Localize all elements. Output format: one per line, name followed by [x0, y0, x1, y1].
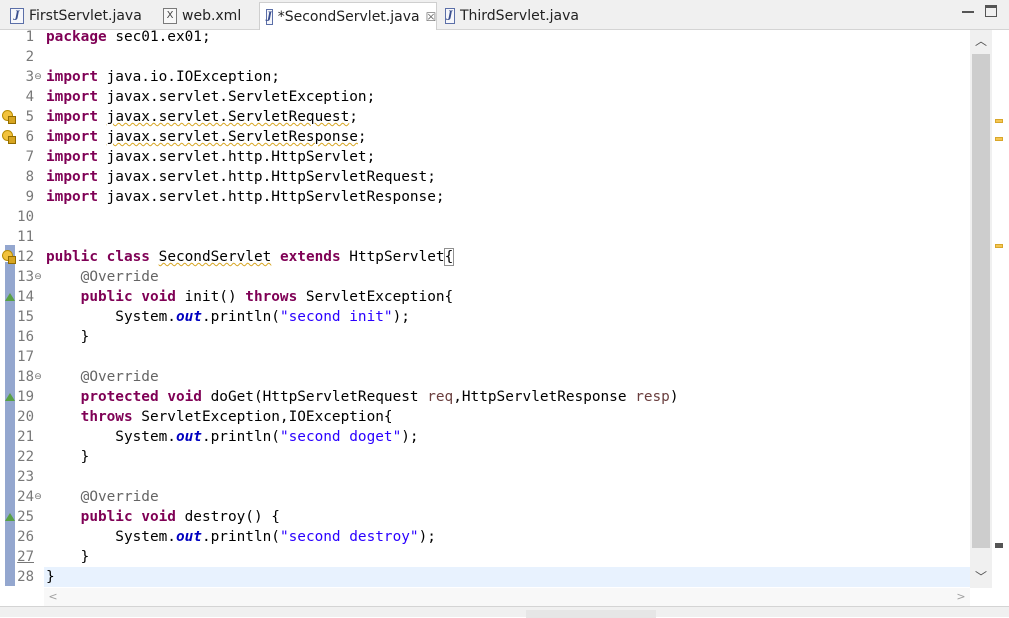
line-number: 19	[17, 389, 34, 405]
line-number: 12	[17, 249, 34, 265]
code-line[interactable]: @Override	[46, 487, 159, 507]
line-number: 16	[17, 329, 34, 345]
scroll-up-icon[interactable]: ︿	[970, 30, 992, 52]
code-line[interactable]: import javax.servlet.ServletResponse;	[46, 127, 367, 147]
close-tab-icon[interactable]: ☒	[426, 10, 437, 24]
line-number: 3	[25, 69, 34, 85]
line-number: 14	[17, 289, 34, 305]
tab-label: *SecondServlet.java	[277, 8, 420, 25]
line-number: 20	[17, 409, 34, 425]
overview-end-marker	[995, 543, 1003, 548]
line-number: 5	[25, 109, 34, 125]
java-file-icon: J	[266, 8, 273, 25]
horizontal-scrollbar[interactable]: < >	[44, 588, 970, 606]
code-line[interactable]: System.out.println("second doget");	[46, 427, 418, 447]
line-number: 25	[17, 509, 34, 525]
line-number: 1	[25, 30, 34, 45]
minimize-icon[interactable]	[962, 5, 974, 13]
xml-file-icon: X	[163, 8, 177, 24]
line-number: 6	[25, 129, 34, 145]
fold-toggle-icon[interactable]: ⊖	[34, 67, 42, 87]
code-line[interactable]: @Override	[46, 267, 159, 287]
fold-toggle-icon[interactable]: ⊖	[34, 367, 42, 387]
code-line[interactable]: import javax.servlet.http.HttpServletRes…	[46, 187, 445, 207]
code-line[interactable]: protected void doGet(HttpServletRequest …	[46, 387, 679, 407]
code-line[interactable]: @Override	[46, 367, 159, 387]
vertical-scroll-thumb[interactable]	[972, 54, 990, 548]
line-number: 17	[17, 349, 34, 365]
line-number: 13	[17, 269, 34, 285]
code-line[interactable]: import javax.servlet.ServletException;	[46, 87, 375, 107]
scroll-down-icon[interactable]: ﹀	[970, 566, 992, 588]
java-file-icon: J	[445, 8, 455, 24]
line-number: 2	[25, 49, 34, 65]
overview-ruler[interactable]	[992, 30, 1009, 590]
warning-icon[interactable]	[2, 110, 16, 124]
code-line[interactable]: }	[46, 567, 55, 587]
scroll-right-icon[interactable]: >	[952, 588, 970, 606]
scroll-left-icon[interactable]: <	[44, 588, 62, 606]
warning-icon[interactable]	[2, 130, 16, 144]
code-line[interactable]: }	[46, 447, 90, 467]
tab-3[interactable]: J ThirdServlet.java	[439, 2, 579, 30]
tab-0[interactable]: J FirstServlet.java	[4, 2, 152, 30]
line-number: 18	[17, 369, 34, 385]
line-number: 10	[17, 209, 34, 225]
code-line[interactable]: public void destroy() {	[46, 507, 280, 527]
warning-icon[interactable]	[2, 250, 16, 264]
tab-label: FirstServlet.java	[29, 8, 142, 24]
java-file-icon: J	[10, 8, 24, 24]
code-line[interactable]: import javax.servlet.http.HttpServlet;	[46, 147, 375, 167]
line-number: 28	[17, 569, 34, 585]
vertical-scrollbar[interactable]: ︿ ﹀	[970, 30, 992, 588]
current-line-highlight	[44, 567, 970, 587]
line-number: 23	[17, 469, 34, 485]
line-number: 22	[17, 449, 34, 465]
status-bar	[0, 606, 1009, 618]
code-line[interactable]: package sec01.ex01;	[46, 30, 211, 47]
line-number: 27	[17, 549, 34, 565]
override-icon[interactable]	[3, 292, 15, 302]
code-editor[interactable]: 1 package sec01.ex01; 2 3 ⊖ import java.io.IO…	[0, 30, 1009, 606]
code-line[interactable]: public class SecondServlet extends HttpS…	[46, 247, 455, 267]
line-number: 4	[25, 89, 34, 105]
code-line[interactable]: import java.io.IOException;	[46, 67, 280, 87]
line-number: 9	[25, 189, 34, 205]
fold-toggle-icon[interactable]: ⊖	[34, 487, 42, 507]
line-number: 26	[17, 529, 34, 545]
warning-marker[interactable]	[995, 137, 1003, 141]
code-line[interactable]: public void init() throws ServletExcepti…	[46, 287, 454, 307]
code-line[interactable]: }	[46, 547, 90, 567]
line-number: 8	[25, 169, 34, 185]
tab-label: web.xml	[182, 8, 242, 24]
warning-marker[interactable]	[995, 244, 1003, 248]
editor-tab-bar: J FirstServlet.java Xweb.xml J *SecondServle…	[0, 0, 1009, 30]
code-line[interactable]: throws ServletException,IOException{	[46, 407, 393, 427]
override-icon[interactable]	[3, 392, 15, 402]
code-line[interactable]: import javax.servlet.http.HttpServletReq…	[46, 167, 436, 187]
code-line[interactable]: }	[46, 327, 90, 347]
tab-label: ThirdServlet.java	[459, 8, 579, 24]
warning-marker[interactable]	[995, 119, 1003, 123]
code-line[interactable]: System.out.println("second destroy");	[46, 527, 436, 547]
line-number: 15	[17, 309, 34, 325]
maximize-icon[interactable]	[985, 5, 997, 17]
line-number: 21	[17, 429, 34, 445]
code-line[interactable]: import javax.servlet.ServletRequest;	[46, 107, 358, 127]
fold-toggle-icon[interactable]: ⊖	[34, 267, 42, 287]
tab-2[interactable]: J *SecondServlet.java ☒	[259, 2, 437, 30]
line-number: 24	[17, 489, 34, 505]
line-number: 7	[25, 149, 34, 165]
line-number: 11	[17, 229, 34, 245]
tab-1[interactable]: Xweb.xml	[157, 2, 255, 30]
code-line[interactable]: System.out.println("second init");	[46, 307, 410, 327]
override-icon[interactable]	[3, 512, 15, 522]
